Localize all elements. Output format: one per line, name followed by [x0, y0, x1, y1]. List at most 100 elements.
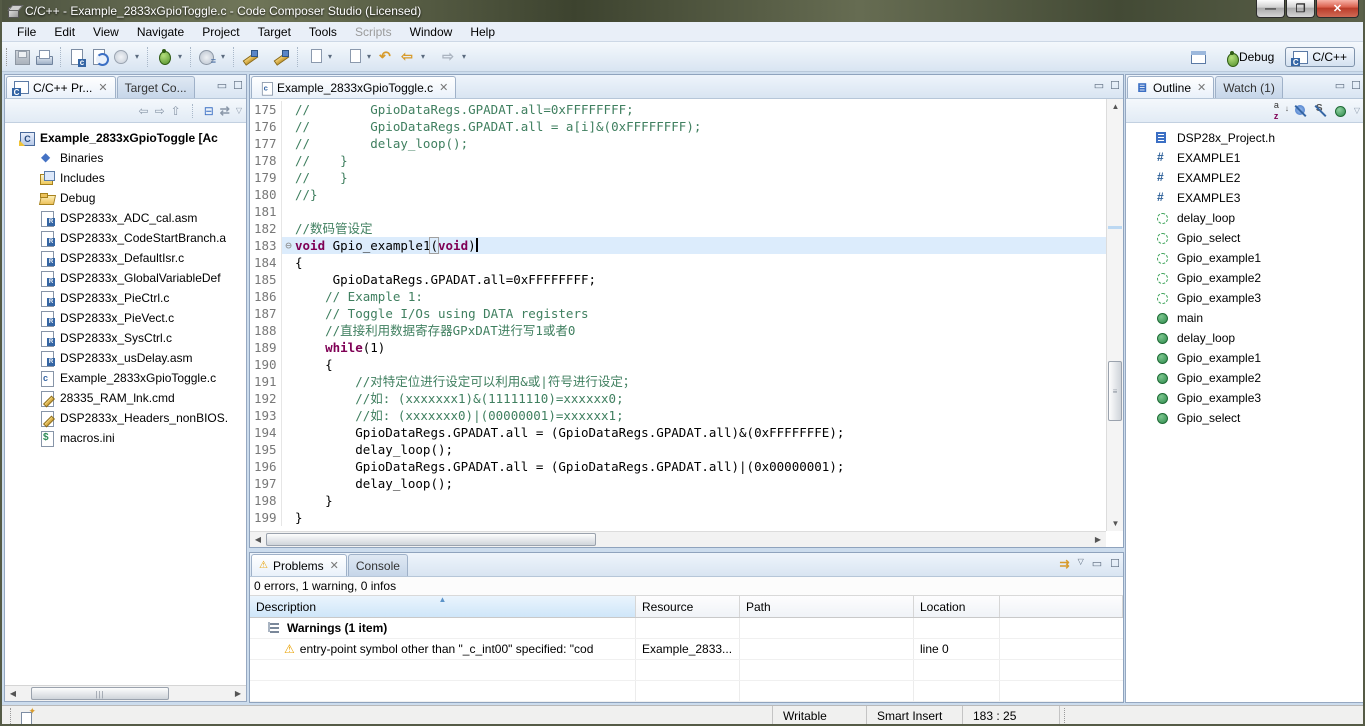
tab-console[interactable]: Console	[348, 554, 408, 576]
code-line-195[interactable]: 195 delay_loop();	[250, 441, 1106, 458]
code-line-194[interactable]: 194 GpioDataRegs.GPADAT.all = (GpioDataR…	[250, 424, 1106, 441]
restore-button[interactable]: ❐	[1286, 0, 1315, 18]
filter-icon[interactable]: ⇉	[1060, 557, 1070, 571]
close-icon[interactable]: ✕	[1197, 81, 1206, 94]
code-editor[interactable]: 175// GpioDataRegs.GPADAT.all=0xFFFFFFFF…	[250, 99, 1123, 531]
forward-nav-icon[interactable]: ⇨	[155, 104, 165, 118]
hide-static-icon[interactable]	[1314, 104, 1328, 118]
sort-icon[interactable]: ↓	[1274, 104, 1288, 118]
perspective-cpp[interactable]: C/C++	[1285, 47, 1355, 67]
menu-view[interactable]: View	[84, 23, 128, 41]
refresh-icon[interactable]	[89, 47, 109, 67]
hide-non-public-icon[interactable]	[1334, 104, 1348, 118]
tree-item[interactable]: DSP2833x_Headers_nonBIOS.	[5, 408, 246, 428]
outline-item[interactable]: Gpio_example3	[1126, 388, 1364, 408]
previous-annotation-dropdown-icon[interactable]: ▾	[364, 52, 374, 61]
rebuild-icon[interactable]	[271, 47, 291, 67]
debug-launch-icon[interactable]	[154, 47, 174, 67]
column-header-resource[interactable]: Resource	[636, 596, 740, 617]
maximize-view-icon[interactable]: ☐	[1110, 557, 1120, 571]
code-line-199[interactable]: 199}	[250, 509, 1106, 526]
next-annotation-dropdown-icon[interactable]: ▾	[325, 52, 335, 61]
code-line-183[interactable]: 183⊖void Gpio_example1(void)	[250, 237, 1106, 254]
maximize-view-icon[interactable]: ☐	[233, 79, 243, 92]
vscroll-thumb[interactable]: ≡	[1108, 361, 1122, 421]
code-line-177[interactable]: 177// delay_loop();	[250, 135, 1106, 152]
forward-dropdown-icon[interactable]: ▾	[459, 52, 469, 61]
debug-dropdown-icon[interactable]: ▾	[175, 52, 185, 61]
hscroll-thumb[interactable]	[266, 533, 596, 546]
outline-item[interactable]: delay_loop	[1126, 208, 1364, 228]
back-icon[interactable]: ⇦	[397, 47, 417, 67]
tree-item[interactable]: Includes	[5, 168, 246, 188]
tab-target-configurations[interactable]: Target Co...	[117, 76, 195, 98]
last-edit-location-icon[interactable]: ↶	[375, 47, 395, 67]
code-line-191[interactable]: 191 //对特定位进行设定可以利用&或|符号进行设定；	[250, 373, 1106, 390]
project-root[interactable]: Example_2833xGpioToggle [Ac	[5, 128, 246, 148]
tree-item[interactable]: DSP2833x_PieVect.c	[5, 308, 246, 328]
fast-view-icon[interactable]	[20, 709, 36, 724]
menu-target[interactable]: Target	[249, 23, 300, 41]
hide-fields-icon[interactable]	[1294, 104, 1308, 118]
minimize-button[interactable]: —	[1256, 0, 1285, 18]
close-icon[interactable]: ✕	[439, 81, 448, 94]
print-icon[interactable]	[34, 47, 54, 67]
code-line-188[interactable]: 188 //直接利用数据寄存器GPxDAT进行写1或者0	[250, 322, 1106, 339]
tree-item[interactable]: DSP2833x_usDelay.asm	[5, 348, 246, 368]
code-line-179[interactable]: 179// }	[250, 169, 1106, 186]
code-line-182[interactable]: 182//数码管设定	[250, 220, 1106, 237]
scroll-left-icon[interactable]: ◀	[7, 688, 19, 700]
menu-file[interactable]: File	[8, 23, 45, 41]
new-source-file-icon[interactable]	[67, 47, 87, 67]
perspective-debug[interactable]: Debug	[1214, 47, 1281, 67]
hscroll-thumb[interactable]: |||	[31, 687, 169, 700]
code-line-176[interactable]: 176// GpioDataRegs.GPADAT.all = a[i]&(0x…	[250, 118, 1106, 135]
collapse-all-icon[interactable]: ⊟	[204, 104, 214, 118]
view-menu-icon[interactable]: ▽	[1354, 106, 1360, 115]
maximize-view-icon[interactable]: ☐	[1351, 79, 1361, 92]
tree-item[interactable]: DSP2833x_DefaultIsr.c	[5, 248, 246, 268]
outline-item[interactable]: Gpio_select	[1126, 228, 1364, 248]
external-tools-icon[interactable]	[197, 47, 217, 67]
tree-item[interactable]: DSP2833x_GlobalVariableDef	[5, 268, 246, 288]
code-line-187[interactable]: 187 // Toggle I/Os using DATA registers	[250, 305, 1106, 322]
forward-icon[interactable]: ⇨	[438, 47, 458, 67]
code-line-198[interactable]: 198 }	[250, 492, 1106, 509]
scroll-up-icon[interactable]: ▲	[1109, 100, 1122, 113]
column-header-location[interactable]: Location	[914, 596, 1000, 617]
history-icon[interactable]	[111, 47, 131, 67]
close-button[interactable]: ✕	[1316, 0, 1359, 18]
tree-item[interactable]: Debug	[5, 188, 246, 208]
outline-item[interactable]: delay_loop	[1126, 328, 1364, 348]
scroll-right-icon[interactable]: ▶	[232, 688, 244, 700]
minimize-view-icon[interactable]: ▭	[1335, 79, 1345, 92]
minimize-view-icon[interactable]: ▭	[1092, 557, 1102, 571]
code-line-197[interactable]: 197 delay_loop();	[250, 475, 1106, 492]
minimize-view-icon[interactable]: ▭	[217, 79, 227, 92]
view-menu-icon[interactable]: ▽	[1078, 557, 1084, 571]
up-nav-icon[interactable]: ⇧	[171, 104, 181, 118]
outline-item[interactable]: Gpio_example1	[1126, 348, 1364, 368]
menu-scripts[interactable]: Scripts	[346, 23, 401, 41]
tab-editor-file[interactable]: Example_2833xGpioToggle.c ✕	[251, 76, 456, 98]
code-line-186[interactable]: 186 // Example 1:	[250, 288, 1106, 305]
scroll-left-icon[interactable]: ◀	[252, 534, 264, 546]
outline-item[interactable]: EXAMPLE2	[1126, 168, 1364, 188]
build-icon[interactable]	[240, 47, 260, 67]
code-line-190[interactable]: 190 {	[250, 356, 1106, 373]
tree-item[interactable]: DSP2833x_PieCtrl.c	[5, 288, 246, 308]
scroll-right-icon[interactable]: ▶	[1092, 534, 1104, 546]
close-icon[interactable]: ✕	[98, 81, 107, 94]
outline-item[interactable]: DSP28x_Project.h	[1126, 128, 1364, 148]
code-line-184[interactable]: 184{	[250, 254, 1106, 271]
next-annotation-icon[interactable]: ↓	[304, 47, 324, 67]
maximize-editor-icon[interactable]: ☐	[1110, 79, 1120, 92]
tree-item[interactable]: DSP2833x_CodeStartBranch.a	[5, 228, 246, 248]
menu-edit[interactable]: Edit	[45, 23, 84, 41]
back-dropdown-icon[interactable]: ▾	[418, 52, 428, 61]
outline-item[interactable]: main	[1126, 308, 1364, 328]
code-line-180[interactable]: 180//}	[250, 186, 1106, 203]
tree-item[interactable]: DSP2833x_ADC_cal.asm	[5, 208, 246, 228]
new-dropdown-icon[interactable]: ▾	[132, 52, 142, 61]
outline-item[interactable]: EXAMPLE1	[1126, 148, 1364, 168]
